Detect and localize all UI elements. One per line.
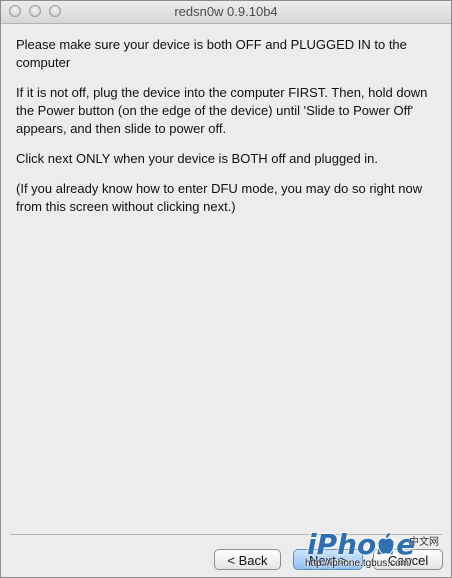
watermark-chinese: 中文网 [409,537,439,548]
instructions-panel: Please make sure your device is both OFF… [16,36,441,228]
instruction-paragraph-2: If it is not off, plug the device into t… [16,85,428,136]
watermark-brand: iPhone [307,528,416,561]
apple-logo-icon [377,533,395,555]
instruction-paragraph-3: Click next ONLY when your device is BOTH… [16,151,379,166]
back-button[interactable]: < Back [214,549,281,570]
window-title: redsn0w 0.9.10b4 [174,4,278,19]
title-bar: redsn0w 0.9.10b4 [1,1,451,24]
watermark: iPhone 中文网 http://iphone.tgbus.com/ [305,529,445,577]
instruction-paragraph-1: Please make sure your device is both OFF… [16,37,407,70]
watermark-url: http://iphone.tgbus.com/ [305,558,412,569]
instruction-paragraph-4: (If you already know how to enter DFU mo… [16,181,423,214]
installer-window: redsn0w 0.9.10b4 Please make sure your d… [0,0,452,578]
